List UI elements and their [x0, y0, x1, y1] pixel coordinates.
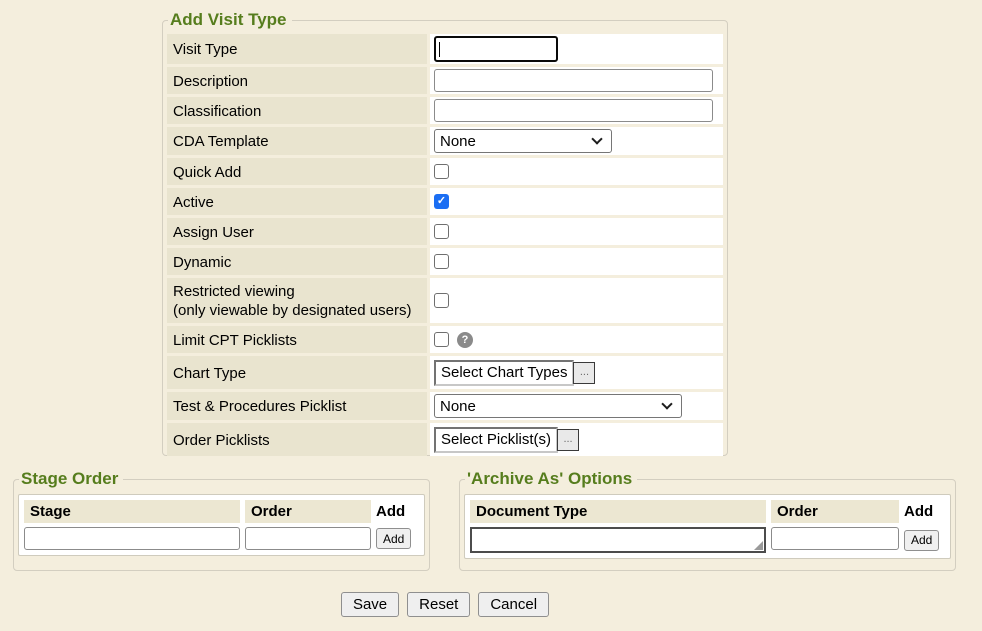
description-label: Description — [167, 67, 427, 94]
limit-cpt-picklists-label: Limit CPT Picklists — [167, 326, 427, 353]
chart-type-browse-button[interactable]: ... — [573, 362, 595, 384]
row-assign-user: Assign User — [167, 218, 723, 245]
cda-template-select[interactable]: None — [434, 129, 612, 153]
classification-input[interactable] — [434, 99, 713, 122]
form-rows: Visit Type Description Classification CD… — [167, 34, 723, 456]
test-procedures-selected-value: None — [440, 398, 655, 415]
archive-order-input[interactable] — [771, 527, 899, 550]
chart-type-picker[interactable]: Select Chart Types — [434, 360, 574, 386]
order-picklists-browse-button[interactable]: ... — [557, 429, 579, 451]
stage-input[interactable] — [24, 527, 240, 550]
dynamic-checkbox[interactable] — [434, 254, 449, 269]
help-icon[interactable]: ? — [457, 332, 473, 348]
save-button[interactable]: Save — [341, 592, 399, 617]
description-input[interactable] — [434, 69, 713, 92]
row-description: Description — [167, 67, 723, 94]
row-chart-type: Chart Type Select Chart Types ... — [167, 356, 723, 389]
active-label: Active — [167, 188, 427, 215]
restricted-viewing-label-line1: Restricted viewing — [173, 282, 421, 301]
stage-order-panel: Stage Order Add Add — [18, 494, 425, 556]
row-active: Active ✓ — [167, 188, 723, 215]
checkmark-icon: ✓ — [437, 196, 446, 207]
chart-type-label: Chart Type — [167, 356, 427, 389]
archive-as-options-fieldset: 'Archive As' Options Document Type Order… — [459, 469, 956, 571]
add-column-header: Add — [376, 500, 419, 523]
quick-add-label: Quick Add — [167, 158, 427, 185]
stage-add-button[interactable]: Add — [376, 528, 411, 549]
archive-as-panel: Document Type Order Add Add — [464, 494, 951, 559]
archive-as-options-legend: 'Archive As' Options — [465, 469, 637, 489]
stage-order-fieldset: Stage Order Stage Order Add Add — [13, 469, 430, 571]
restricted-viewing-checkbox[interactable] — [434, 293, 449, 308]
form-actions: Save Reset Cancel — [162, 592, 728, 617]
row-order-picklists: Order Picklists Select Picklist(s) ... — [167, 423, 723, 456]
row-dynamic: Dynamic — [167, 248, 723, 275]
test-procedures-picklist-select[interactable]: None — [434, 394, 682, 418]
row-quick-add: Quick Add — [167, 158, 723, 185]
archive-add-button[interactable]: Add — [904, 530, 939, 551]
active-checkbox[interactable]: ✓ — [434, 194, 449, 209]
row-test-procedures-picklist: Test & Procedures Picklist None — [167, 392, 723, 420]
add-visit-type-legend: Add Visit Type — [168, 10, 292, 30]
document-type-input[interactable] — [470, 527, 766, 553]
stage-column-header: Stage — [24, 500, 240, 523]
assign-user-checkbox[interactable] — [434, 224, 449, 239]
archive-order-column-header: Order — [771, 500, 899, 523]
test-procedures-picklist-label: Test & Procedures Picklist — [167, 392, 427, 420]
dynamic-label: Dynamic — [167, 248, 427, 275]
order-column-header: Order — [245, 500, 371, 523]
stage-order-input[interactable] — [245, 527, 371, 550]
row-visit-type: Visit Type — [167, 34, 723, 64]
quick-add-checkbox[interactable] — [434, 164, 449, 179]
chevron-down-icon — [591, 133, 602, 144]
restricted-viewing-label: Restricted viewing (only viewable by des… — [167, 278, 427, 323]
order-picklists-picker[interactable]: Select Picklist(s) — [434, 427, 558, 453]
order-picklists-label: Order Picklists — [167, 423, 427, 456]
row-classification: Classification — [167, 97, 723, 124]
assign-user-label: Assign User — [167, 218, 427, 245]
cda-template-selected-value: None — [440, 133, 585, 150]
add-visit-type-fieldset: Add Visit Type Visit Type Description Cl… — [162, 10, 728, 456]
limit-cpt-picklists-checkbox[interactable] — [434, 332, 449, 347]
restricted-viewing-label-line2: (only viewable by designated users) — [173, 301, 421, 320]
row-limit-cpt-picklists: Limit CPT Picklists ? — [167, 326, 723, 353]
row-cda-template: CDA Template None — [167, 127, 723, 155]
visit-type-input[interactable] — [434, 36, 558, 62]
cda-template-label: CDA Template — [167, 127, 427, 155]
stage-order-legend: Stage Order — [19, 469, 123, 489]
classification-label: Classification — [167, 97, 427, 124]
resize-grip-icon[interactable] — [754, 541, 763, 550]
row-restricted-viewing: Restricted viewing (only viewable by des… — [167, 278, 723, 323]
chevron-down-icon — [661, 398, 672, 409]
reset-button[interactable]: Reset — [407, 592, 470, 617]
visit-type-label: Visit Type — [167, 34, 427, 64]
document-type-column-header: Document Type — [470, 500, 766, 523]
text-caret — [439, 42, 440, 57]
page: Add Visit Type Visit Type Description Cl… — [0, 0, 982, 631]
archive-add-column-header: Add — [904, 500, 945, 523]
cancel-button[interactable]: Cancel — [478, 592, 549, 617]
